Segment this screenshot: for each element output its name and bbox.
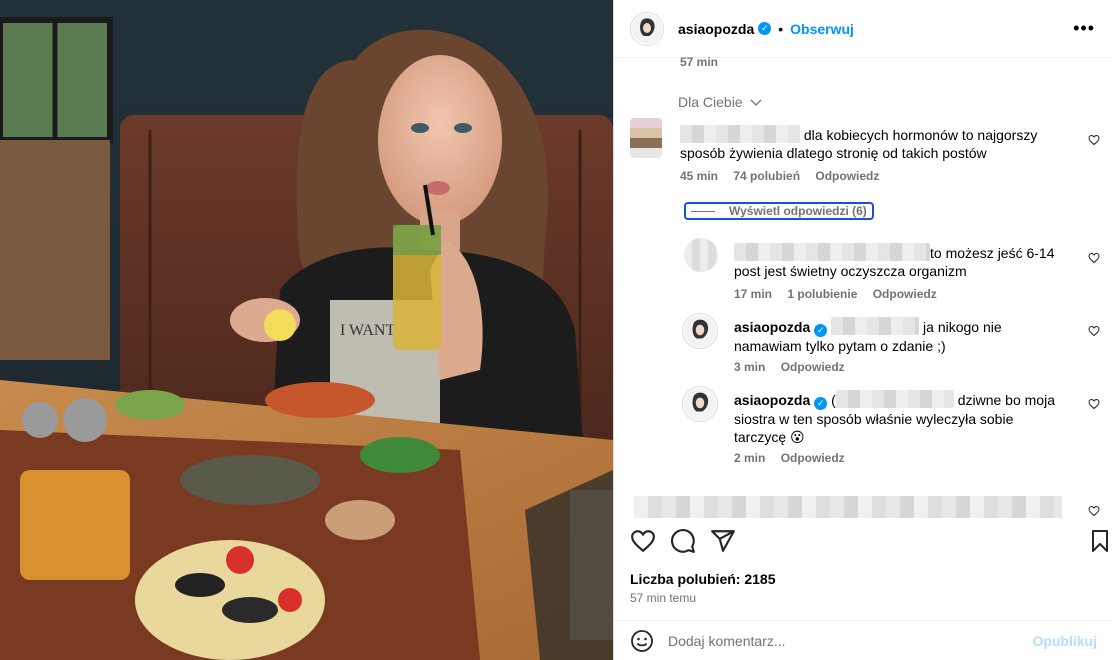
reply-body-line1: ja nikogo nie: [923, 319, 1002, 335]
post-photo: I WANT: [0, 0, 613, 660]
heart-icon[interactable]: [1088, 398, 1100, 410]
reply-button[interactable]: Odpowiedz: [873, 287, 937, 301]
comment-meta: 45 min 74 polubień Odpowiedz: [680, 169, 891, 183]
likes-count[interactable]: Liczba polubień: 2185: [630, 571, 775, 587]
avatar[interactable]: [682, 386, 718, 422]
post-side-panel: asiaopozda ✓ • Obserwuj ••• 57 min Dla C…: [613, 0, 1112, 660]
reply-body-line2: namawiam tylko pytam o zdanie ;): [734, 338, 946, 354]
reply-meta: 2 min Odpowiedz: [734, 451, 857, 465]
view-replies-label: Wyświetl odpowiedzi (6): [729, 204, 867, 218]
post-image: I WANT: [0, 0, 613, 660]
reply-button[interactable]: Odpowiedz: [781, 451, 845, 465]
view-replies-button[interactable]: Wyświetl odpowiedzi (6): [684, 202, 874, 220]
reply-body-line3: tarczycę 😮: [734, 429, 805, 445]
verified-badge-icon: ✓: [814, 324, 828, 337]
blurred-comment: [634, 496, 1062, 518]
reply-body-line1: dziwne bo moja: [957, 392, 1055, 408]
sort-dropdown[interactable]: Dla Ciebie: [678, 94, 762, 110]
caption-time: 57 min: [680, 55, 719, 69]
avatar-image: [684, 388, 716, 420]
heart-icon[interactable]: [1088, 505, 1100, 517]
blurred-username: [680, 125, 800, 143]
action-bar: [630, 528, 1108, 556]
comment-text: dla kobiecych hormonów to najgorszy spos…: [680, 125, 1080, 162]
comment-likes[interactable]: 74 polubień: [733, 169, 800, 183]
reply-time: 2 min: [734, 451, 766, 465]
reply-meta: 3 min Odpowiedz: [734, 360, 857, 374]
verified-badge-icon: ✓: [814, 397, 828, 410]
thread-line: [691, 210, 715, 212]
heart-icon[interactable]: [1088, 252, 1100, 264]
header-username[interactable]: asiaopozda: [678, 21, 754, 37]
publish-button[interactable]: Opublikuj: [1032, 633, 1097, 649]
comment-icon[interactable]: [670, 528, 696, 554]
heart-icon[interactable]: [1088, 134, 1100, 146]
reply-username[interactable]: asiaopozda: [734, 392, 810, 408]
reply-likes[interactable]: 1 polubienie: [787, 287, 857, 301]
bookmark-icon[interactable]: [1088, 528, 1112, 554]
comment-input[interactable]: [668, 632, 1033, 649]
more-icon[interactable]: •••: [1073, 18, 1095, 39]
svg-text:I WANT: I WANT: [340, 322, 395, 339]
chevron-down-icon: [751, 99, 762, 106]
reply-meta: 17 min 1 polubienie Odpowiedz: [734, 287, 949, 301]
avatar[interactable]: [630, 11, 664, 46]
avatar-image: [684, 315, 716, 347]
post-time: 57 min temu: [630, 591, 697, 605]
reply-text: asiaopozda ✓ ( dziwne bo moja siostra w t…: [734, 390, 1074, 446]
verified-badge-icon: ✓: [758, 22, 772, 35]
reply-text: asiaopozda ✓ ja nikogo nie namawiam tylko…: [734, 317, 1074, 355]
commenter-avatar-blurred[interactable]: [684, 238, 718, 272]
reply-time: 3 min: [734, 360, 766, 374]
reply-body-line2: post jest świetny oczyszcza organizm: [734, 263, 967, 279]
reply-text: to możesz jeść 6-14 post jest świetny oc…: [734, 243, 1074, 280]
reply-body-line1: to możesz jeść 6-14: [930, 245, 1055, 261]
reply-button[interactable]: Odpowiedz: [781, 360, 845, 374]
comment-time: 45 min: [680, 169, 719, 183]
commenter-avatar-blurred[interactable]: [630, 118, 662, 158]
follow-button[interactable]: Obserwuj: [790, 21, 854, 37]
blurred-mention: [835, 390, 954, 408]
reply-body-line2: siostra w ten sposób właśnie wyleczyła s…: [734, 411, 1014, 427]
blurred-username: [734, 243, 930, 261]
avatar-image: [632, 13, 662, 44]
sort-label: Dla Ciebie: [678, 94, 743, 110]
share-icon[interactable]: [710, 528, 736, 554]
reply-button[interactable]: Odpowiedz: [815, 169, 879, 183]
like-heart-icon[interactable]: [630, 528, 656, 554]
comment-composer: Opublikuj: [614, 620, 1112, 660]
blurred-mention: [831, 317, 920, 335]
reply-time: 17 min: [734, 287, 773, 301]
separator-dot: •: [778, 20, 784, 37]
reply-username[interactable]: asiaopozda: [734, 319, 810, 335]
heart-icon[interactable]: [1088, 325, 1100, 337]
post-header: asiaopozda ✓ • Obserwuj •••: [614, 0, 1112, 58]
avatar[interactable]: [682, 313, 718, 349]
emoji-icon[interactable]: [630, 629, 654, 653]
